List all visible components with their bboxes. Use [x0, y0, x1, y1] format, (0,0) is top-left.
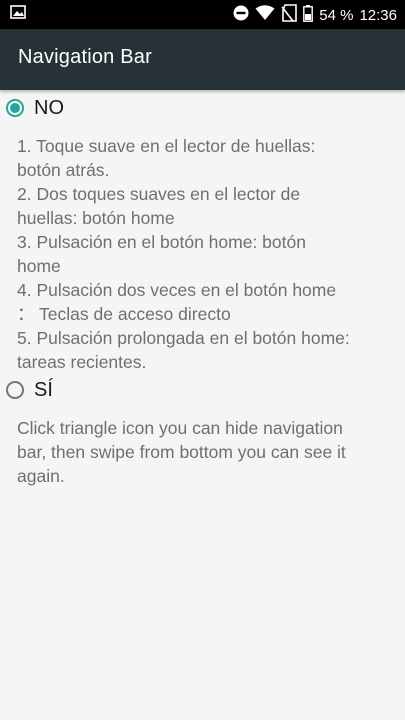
app-bar: Navigation Bar	[0, 29, 405, 90]
option-no-label: NO	[34, 96, 64, 119]
page-title: Navigation Bar	[18, 46, 152, 68]
clock: 12:36	[359, 6, 397, 24]
battery-percent: 54 %	[319, 6, 354, 24]
description-line: bar, then swipe from bottom you can see …	[17, 442, 346, 462]
description-line: 3. Pulsación en el botón home: botón	[17, 232, 306, 252]
description-line: again.	[17, 466, 65, 486]
option-si-label: SÍ	[34, 378, 53, 401]
description-line: 1. Toque suave en el lector de huellas:	[17, 136, 316, 156]
status-bar: 54 % 12:36	[0, 0, 405, 29]
description-line: Click triangle icon you can hide navigat…	[17, 418, 343, 438]
battery-icon	[303, 4, 314, 26]
option-si-description: Click triangle icon you can hide navigat…	[17, 416, 403, 488]
description-line: home	[17, 256, 61, 276]
radio-button-no[interactable]	[6, 99, 24, 117]
option-no[interactable]: NO	[6, 93, 64, 123]
no-sim-icon	[281, 4, 298, 26]
description-line: botón atrás.	[17, 160, 110, 180]
description-line: 2. Dos toques suaves en el lector de	[17, 184, 301, 204]
image-notification-icon	[10, 5, 26, 24]
option-no-description: 1. Toque suave en el lector de huellas: …	[17, 134, 403, 374]
description-line: 5. Pulsación prolongada en el botón home…	[17, 328, 350, 348]
description-line: ： Teclas de acceso directo	[17, 304, 231, 324]
description-line: huellas: botón home	[17, 208, 175, 228]
description-line: tareas recientes.	[17, 352, 147, 372]
do-not-disturb-icon	[233, 5, 249, 25]
description-line: 4. Pulsación dos veces en el botón home	[17, 280, 337, 300]
wifi-icon	[255, 5, 275, 25]
option-si[interactable]: SÍ	[6, 375, 53, 405]
radio-button-si[interactable]	[6, 381, 24, 399]
